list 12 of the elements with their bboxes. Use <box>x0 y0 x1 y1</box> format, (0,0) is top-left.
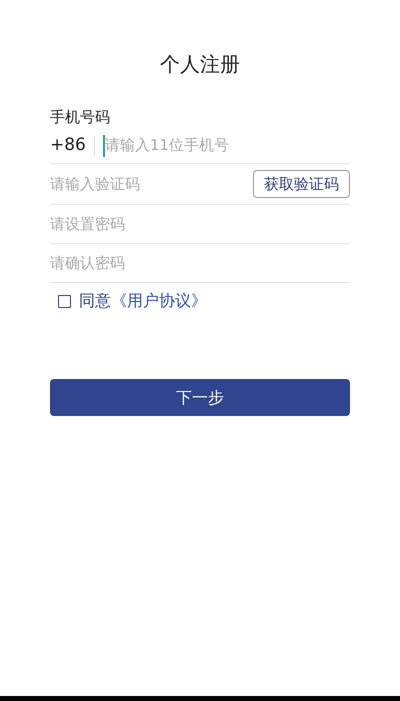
agreement-text: 同意 <box>79 290 111 312</box>
field-label: 手机号码 <box>50 107 110 128</box>
next-button[interactable]: 下一步 <box>50 379 350 416</box>
get-code-button[interactable]: 获取验证码 <box>253 170 350 198</box>
confirm-password-field[interactable]: 请确认密码 <box>50 244 350 283</box>
password-field[interactable]: 请设置密码 <box>50 205 350 244</box>
country-code: +86 <box>50 134 86 157</box>
agreement-checkbox[interactable] <box>58 294 71 308</box>
user-agreement-link[interactable]: 《用户协议》 <box>111 289 207 313</box>
page-title: 个人注册 <box>160 51 240 78</box>
verification-code-field[interactable]: 请输入验证码 <box>50 172 253 196</box>
phone-field[interactable]: 请输入11位手机号 <box>102 134 350 156</box>
